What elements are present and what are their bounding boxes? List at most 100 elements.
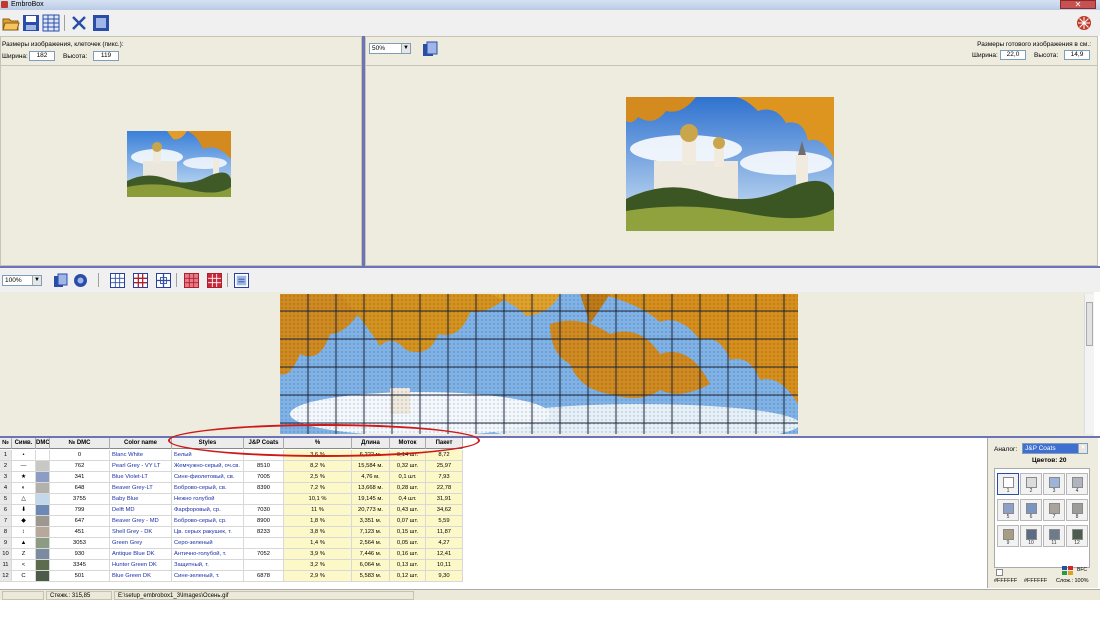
palette-color-button[interactable]: 10 bbox=[1020, 525, 1042, 547]
palette-color-button[interactable]: 11 bbox=[1043, 525, 1065, 547]
status-file-path: E:\setup_embrobox1_3\Images\Осень.gif bbox=[114, 591, 414, 600]
cell-style: Боброво-серый, св. bbox=[172, 483, 244, 494]
source-image-thumbnail bbox=[127, 131, 231, 197]
color-grid-icon[interactable] bbox=[184, 273, 199, 288]
window-title: EmbroBox bbox=[11, 1, 44, 8]
grid-zoom-select[interactable]: 100% ▼ bbox=[2, 275, 42, 286]
palette-color-button[interactable]: 2 bbox=[1020, 473, 1042, 495]
cell-color-name: Beaver Grey - MD bbox=[110, 516, 172, 527]
palette-color-button[interactable]: 7 bbox=[1043, 499, 1065, 521]
palette-grid-icon[interactable] bbox=[1062, 566, 1074, 576]
cell-percent: 1,8 % bbox=[284, 516, 352, 527]
cross-stitch-pattern-preview bbox=[280, 294, 798, 434]
source-height-field[interactable]: 119 bbox=[93, 51, 119, 61]
table-row[interactable]: 7 ◆ 647 Beaver Grey - MD Боброво-серый, ср. 8… bbox=[0, 516, 463, 527]
symbol-grid-icon[interactable] bbox=[207, 273, 222, 288]
status-stitches: Стежк.: 315,85 bbox=[46, 591, 112, 600]
cell-skein: 0,15 шт. bbox=[390, 527, 426, 538]
palette-number: 11 bbox=[1051, 540, 1057, 546]
cell-dmc-swatch bbox=[36, 538, 50, 549]
open-icon[interactable] bbox=[2, 14, 20, 32]
tools-icon[interactable] bbox=[70, 14, 88, 32]
cell-symbol: ▲ bbox=[12, 538, 36, 549]
result-zoom-select[interactable]: 50% ▼ bbox=[369, 43, 411, 54]
palette-color-button[interactable]: 9 bbox=[997, 525, 1019, 547]
cell-length: 3,351 м. bbox=[352, 516, 390, 527]
cell-color-name: Delft MD bbox=[110, 505, 172, 516]
table-row[interactable]: 12 C 501 Blue Green DK Сине-зеленый, т. 6878 2… bbox=[0, 571, 463, 582]
cell-percent: 2,9 % bbox=[284, 571, 352, 582]
palette-color-button[interactable]: 3 bbox=[1043, 473, 1065, 495]
analog-select[interactable]: J&P Coats ▼ bbox=[1022, 443, 1088, 454]
cell-color-name: Blue Violet-LT bbox=[110, 472, 172, 483]
palette-color-button[interactable]: 4 bbox=[1066, 473, 1088, 495]
analog-value: J&P Coats bbox=[1025, 445, 1056, 452]
grid-crosshair-icon[interactable] bbox=[156, 273, 171, 288]
table-row[interactable]: 11 <3345 Hunter Green DK Защитный, т. 3,2 % 6… bbox=[0, 560, 463, 571]
palette-color-button[interactable]: 12 bbox=[1066, 525, 1088, 547]
save-icon[interactable] bbox=[22, 14, 40, 32]
grid-small-icon[interactable] bbox=[110, 273, 125, 288]
col-header-symbol[interactable]: Симв. bbox=[12, 438, 36, 449]
table-row[interactable]: 9 ▲ 3053 Green Grey Серо-зеленый 1,4 % 2,564 м… bbox=[0, 538, 463, 549]
col-header-dmc[interactable]: DMC bbox=[36, 438, 50, 449]
cell-pack: 12,41 bbox=[426, 549, 463, 560]
result-height-field[interactable]: 14,9 bbox=[1064, 50, 1090, 60]
result-height-label: Высота: bbox=[1034, 52, 1059, 59]
col-header-color-name[interactable]: Color name bbox=[110, 438, 172, 449]
grid-medium-icon[interactable] bbox=[133, 273, 148, 288]
result-width-field[interactable]: 22,0 bbox=[1000, 50, 1026, 60]
cell-dmc-number: 3053 bbox=[50, 538, 110, 549]
cell-number: 2 bbox=[0, 461, 12, 472]
pattern-canvas[interactable] bbox=[0, 292, 1094, 436]
grid-table-icon[interactable] bbox=[42, 14, 60, 32]
cell-style: Сине-зеленый, т. bbox=[172, 571, 244, 582]
canvas-vertical-scrollbar[interactable] bbox=[1084, 294, 1094, 434]
col-header-number[interactable]: № bbox=[0, 438, 12, 449]
table-row[interactable]: 10 Z 930 Antique Blue DK Антично-голубой, т.… bbox=[0, 549, 463, 560]
palette-number: 12 bbox=[1074, 540, 1080, 546]
copy-icon[interactable] bbox=[53, 273, 68, 288]
complexity-value: Слож.: 100% bbox=[1056, 578, 1089, 584]
table-row[interactable]: 6 ⬇ 799 Delft MD Фарфоровый, ср. 7030 11 % 20,7… bbox=[0, 505, 463, 516]
table-row[interactable]: 2— 762 Pearl Grey - VY LT Жемчужно-серый, о… bbox=[0, 461, 463, 472]
palette-color-button[interactable]: 6 bbox=[1020, 499, 1042, 521]
print-icon[interactable] bbox=[73, 273, 88, 288]
export-icon[interactable] bbox=[92, 14, 110, 32]
palette-grid: 1 2 3 4 5 6 7 8 9 10 11 12 bbox=[994, 468, 1090, 568]
table-row[interactable]: 3 ★ 341 Blue Violet-LT Сине-фиолетовый, св. 7… bbox=[0, 472, 463, 483]
cell-skein: 0,32 шт. bbox=[390, 461, 426, 472]
current-color-swatch[interactable] bbox=[996, 569, 1003, 576]
cell-color-name: Blanc White bbox=[110, 450, 172, 461]
cell-number: 12 bbox=[0, 571, 12, 582]
close-button[interactable]: ✕ bbox=[1060, 0, 1096, 9]
cell-dmc-swatch bbox=[36, 560, 50, 571]
table-row[interactable]: 8 ↕ 451 Shell Grey - DK Цв. серых ракушек, т… bbox=[0, 527, 463, 538]
thread-color-table: № Симв. DMC № DMC Color name Styles J&P … bbox=[0, 438, 985, 588]
cell-number: 3 bbox=[0, 472, 12, 483]
palette-color-button[interactable]: 8 bbox=[1066, 499, 1088, 521]
fit-image-icon[interactable] bbox=[422, 41, 438, 57]
palette-color-button[interactable]: 5 bbox=[997, 499, 1019, 521]
settings-panel-icon[interactable] bbox=[234, 273, 249, 288]
chevron-down-icon: ▼ bbox=[401, 44, 410, 53]
cell-skein: 0,1 шт. bbox=[390, 472, 426, 483]
scrollbar-thumb[interactable] bbox=[1086, 302, 1093, 346]
result-width-label: Ширина: bbox=[972, 52, 998, 59]
cell-number: 1 bbox=[0, 450, 12, 461]
cell-dmc-number: 647 bbox=[50, 516, 110, 527]
cell-symbol: < bbox=[12, 560, 36, 571]
cell-number: 9 bbox=[0, 538, 12, 549]
result-image-panel: 50% ▼ Размеры готового изображения в см.… bbox=[365, 36, 1098, 266]
palette-number: 8 bbox=[1075, 514, 1079, 520]
palette-number: 9 bbox=[1006, 540, 1010, 546]
palette-color-button[interactable]: 1 bbox=[997, 473, 1019, 495]
cell-symbol: Z bbox=[12, 549, 36, 560]
palette-number: 7 bbox=[1052, 514, 1056, 520]
cell-jp-coats: 8233 bbox=[244, 527, 284, 538]
source-width-field[interactable]: 182 bbox=[29, 51, 55, 61]
table-row[interactable]: 5 △ 3755 Baby Blue Нежно голубой 10,1 % 19,145… bbox=[0, 494, 463, 505]
main-toolbar bbox=[0, 10, 1100, 36]
table-row[interactable]: 4 ◐ 648 Beaver Grey-LT Боброво-серый, св. 839… bbox=[0, 483, 463, 494]
col-header-dmc-number[interactable]: № DMC bbox=[50, 438, 110, 449]
